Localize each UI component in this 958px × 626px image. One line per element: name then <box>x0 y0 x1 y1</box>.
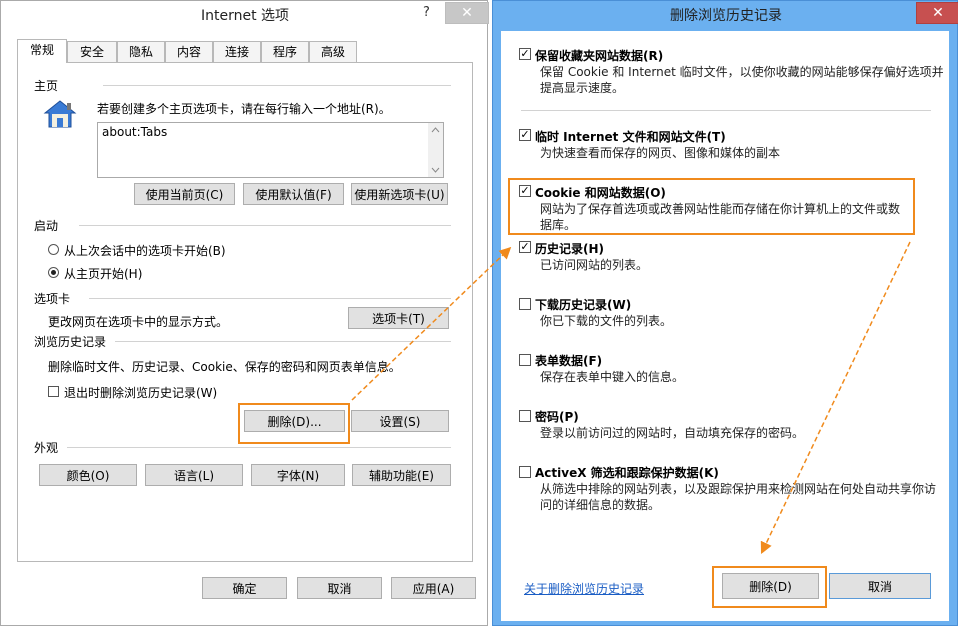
tab-general[interactable]: 常规 <box>17 39 67 63</box>
arrow-to-cookies <box>351 246 512 401</box>
arrow-to-delete-button <box>760 241 911 555</box>
annotation-arrows <box>351 241 911 555</box>
